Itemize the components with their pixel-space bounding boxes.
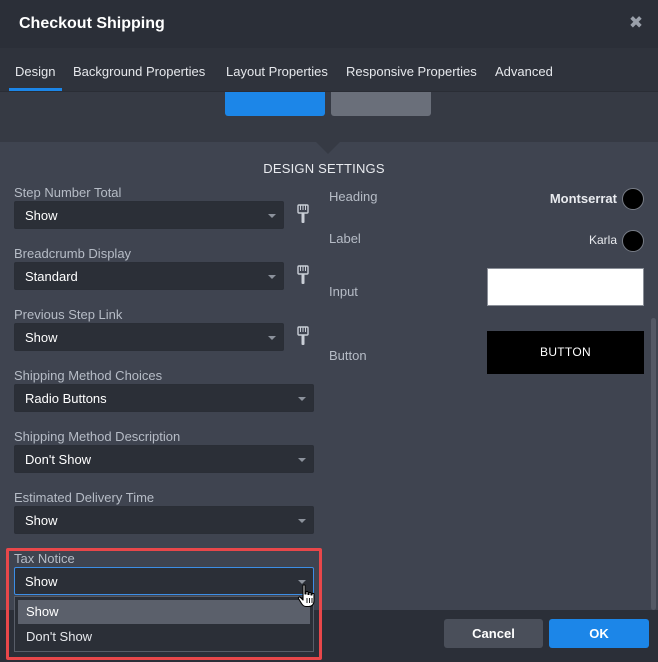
shipping-method-description-select[interactable]: Don't Show [14,445,314,473]
chevron-down-icon [298,458,306,462]
chevron-down-icon [268,214,276,218]
step-number-total-select[interactable]: Show [14,201,284,229]
select-value: Show [25,208,58,223]
preset-strip [0,92,658,142]
preset-button-primary[interactable] [225,92,325,116]
chevron-down-icon [268,275,276,279]
heading-color-swatch[interactable] [622,188,644,210]
ok-button[interactable]: OK [549,619,649,648]
strip-pointer [316,142,340,154]
section-title: DESIGN SETTINGS [263,161,385,176]
tab-bar: Design Background Properties Layout Prop… [0,48,658,92]
heading-font-name[interactable]: Montserrat [470,191,617,206]
select-value: Don't Show [25,452,92,467]
select-value: Radio Buttons [25,391,107,406]
estimated-delivery-time-select[interactable]: Show [14,506,314,534]
breadcrumb-display-select[interactable]: Standard [14,262,284,290]
paint-brush-icon[interactable] [297,265,309,285]
active-tab-indicator [9,88,62,91]
hand-pointer-cursor [297,584,315,608]
shipping-method-choices-select[interactable]: Radio Buttons [14,384,314,412]
button-style-label: Button [329,348,367,363]
estimated-delivery-time-label: Estimated Delivery Time [14,490,155,505]
label-color-swatch[interactable] [622,230,644,252]
paint-brush-icon[interactable] [297,204,309,224]
shipping-method-description-label: Shipping Method Description [14,429,181,444]
dialog-title: Checkout Shipping [19,15,165,32]
tab-design[interactable]: Design [15,64,55,79]
tab-responsive-properties[interactable]: Responsive Properties [346,64,477,79]
preset-button-secondary[interactable] [331,92,431,116]
title-bar: Checkout Shipping ✖ [0,0,658,48]
breadcrumb-display-label: Breadcrumb Display [14,246,132,261]
checkout-shipping-dialog: Checkout Shipping ✖ Design Background Pr… [0,0,658,662]
shipping-method-choices-label: Shipping Method Choices [14,368,163,383]
tab-advanced[interactable]: Advanced [495,64,553,79]
input-style-preview[interactable] [487,268,644,306]
previous-step-link-select[interactable]: Show [14,323,284,351]
chevron-down-icon [298,397,306,401]
step-number-total-label: Step Number Total [14,185,122,200]
previous-step-link-label: Previous Step Link [14,307,123,322]
button-style-preview[interactable]: BUTTON [487,331,644,374]
paint-brush-icon[interactable] [297,326,309,346]
select-value: Show [25,330,58,345]
vertical-scrollbar[interactable] [651,318,656,610]
select-value: Show [25,513,58,528]
label-style-label: Label [329,231,361,246]
cancel-button[interactable]: Cancel [444,619,543,648]
input-style-label: Input [329,284,358,299]
tab-background-properties[interactable]: Background Properties [73,64,205,79]
heading-style-label: Heading [329,189,378,204]
chevron-down-icon [268,336,276,340]
label-font-name[interactable]: Karla [470,233,617,247]
tab-layout-properties[interactable]: Layout Properties [226,64,328,79]
highlight-annotation-box [6,548,322,660]
chevron-down-icon [298,519,306,523]
select-value: Standard [25,269,78,284]
close-icon[interactable]: ✖ [628,14,644,32]
